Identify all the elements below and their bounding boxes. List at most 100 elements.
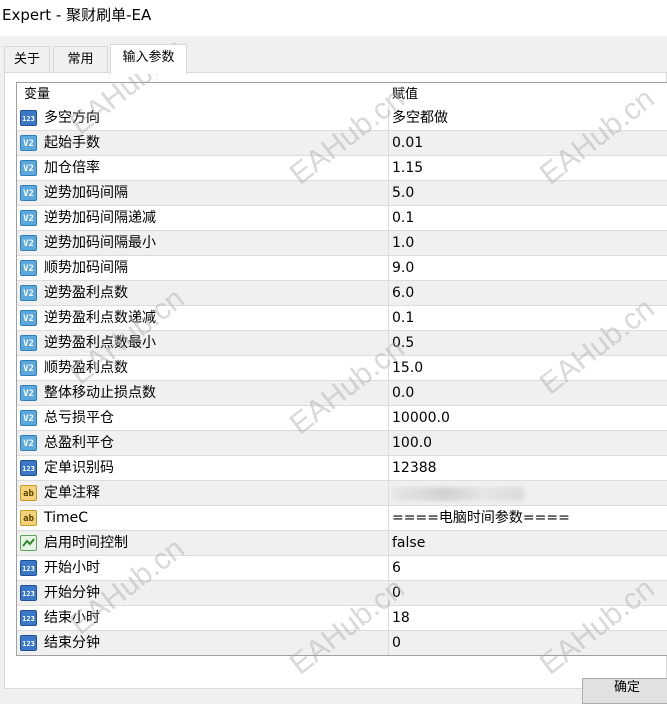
double-icon: V2 — [20, 135, 37, 151]
parameter-row[interactable]: 123 结束小时 18 — [17, 606, 667, 631]
double-icon: V2 — [20, 385, 37, 401]
parameter-value[interactable]: 0.0 — [392, 381, 414, 406]
double-icon: V2 — [20, 335, 37, 351]
parameter-value[interactable]: false — [392, 531, 425, 556]
column-divider — [388, 556, 389, 581]
parameter-value[interactable]: 0.5 — [392, 331, 414, 356]
parameter-row[interactable]: 启用时间控制 false — [17, 531, 667, 556]
parameter-value[interactable]: 0.1 — [392, 306, 414, 331]
double-icon: V2 — [20, 235, 37, 251]
parameter-value[interactable]: 10000.0 — [392, 406, 450, 431]
parameter-row[interactable]: V2 起始手数 0.01 — [17, 131, 667, 156]
parameter-value[interactable]: ====电脑时间参数==== — [392, 506, 570, 531]
tab-about[interactable]: 关于 — [4, 46, 50, 72]
column-divider — [388, 156, 389, 181]
parameter-row[interactable]: V2 逆势盈利点数最小 0.5 — [17, 331, 667, 356]
column-divider — [388, 631, 389, 655]
double-icon: V2 — [20, 410, 37, 426]
parameter-name: 开始小时 — [44, 560, 100, 576]
double-icon: V2 — [20, 210, 37, 226]
parameter-value[interactable]: 6 — [392, 556, 401, 581]
string-icon: ab — [20, 510, 37, 526]
parameter-row[interactable]: V2 逆势加码间隔 5.0 — [17, 181, 667, 206]
parameter-value[interactable]: 15.0 — [392, 356, 423, 381]
column-divider — [388, 381, 389, 406]
column-divider — [388, 356, 389, 381]
parameter-row[interactable]: 123 多空方向 多空都做 — [17, 106, 667, 131]
column-divider — [388, 456, 389, 481]
parameter-row[interactable]: V2 总亏损平仓 10000.0 — [17, 406, 667, 431]
parameter-name: 顺势加码间隔 — [44, 260, 128, 276]
column-header-value[interactable]: 赋值 — [392, 83, 418, 106]
parameter-value[interactable]: 0.01 — [392, 131, 423, 156]
parameter-name: 结束分钟 — [44, 635, 100, 651]
parameter-row[interactable]: V2 加仓倍率 1.15 — [17, 156, 667, 181]
parameter-name: 起始手数 — [44, 135, 100, 151]
parameter-row[interactable]: 123 开始分钟 0 — [17, 581, 667, 606]
ok-button[interactable]: 确定 — [582, 678, 667, 704]
tab-input-parameters[interactable]: 输入参数 — [110, 44, 187, 74]
integer-icon: 123 — [20, 110, 37, 126]
parameter-row[interactable]: V2 顺势加码间隔 9.0 — [17, 256, 667, 281]
parameter-value[interactable]: 100.0 — [392, 431, 432, 456]
tab-bar: 关于 常用 输入参数 — [0, 44, 667, 74]
parameter-name: TimeC — [44, 510, 89, 526]
parameter-value[interactable]: 6.0 — [392, 281, 414, 306]
string-icon: ab — [20, 485, 37, 501]
parameter-name: 总亏损平仓 — [44, 410, 114, 426]
parameter-row[interactable]: V2 逆势盈利点数 6.0 — [17, 281, 667, 306]
double-icon: V2 — [20, 360, 37, 376]
column-divider — [388, 281, 389, 306]
parameter-name: 逆势加码间隔最小 — [44, 235, 156, 251]
column-divider — [388, 206, 389, 231]
parameter-row[interactable]: V2 整体移动止损点数 0.0 — [17, 381, 667, 406]
column-divider — [388, 306, 389, 331]
parameter-row[interactable]: V2 逆势加码间隔最小 1.0 — [17, 231, 667, 256]
parameter-value[interactable]: 0 — [392, 581, 401, 606]
tab-common[interactable]: 常用 — [53, 46, 108, 72]
parameter-value[interactable]: 1.15 — [392, 156, 423, 181]
column-divider — [388, 431, 389, 456]
parameter-name: 逆势盈利点数最小 — [44, 335, 156, 351]
parameter-name: 启用时间控制 — [44, 535, 128, 551]
parameter-name: 开始分钟 — [44, 585, 100, 601]
parameter-value[interactable]: 5.0 — [392, 181, 414, 206]
integer-icon: 123 — [20, 610, 37, 626]
parameter-row[interactable]: V2 逆势加码间隔递减 0.1 — [17, 206, 667, 231]
column-divider — [388, 231, 389, 256]
double-icon: V2 — [20, 285, 37, 301]
parameter-row[interactable]: V2 逆势盈利点数递减 0.1 — [17, 306, 667, 331]
double-icon: V2 — [20, 160, 37, 176]
parameter-row[interactable]: ab 定单注释 — [17, 481, 667, 506]
redacted-value — [392, 487, 524, 501]
parameters-grid: 变量 赋值 123 多空方向 多空都做 V2 起始手数 0.01 V2 加仓倍率 1.15 V2 逆… — [16, 82, 667, 656]
integer-icon: 123 — [20, 460, 37, 476]
parameter-row[interactable]: ab TimeC ====电脑时间参数==== — [17, 506, 667, 531]
parameter-row[interactable]: V2 总盈利平仓 100.0 — [17, 431, 667, 456]
parameter-name: 定单注释 — [44, 485, 100, 501]
column-divider — [388, 331, 389, 356]
parameter-row[interactable]: V2 顺势盈利点数 15.0 — [17, 356, 667, 381]
integer-icon: 123 — [20, 635, 37, 651]
parameter-name: 逆势加码间隔 — [44, 185, 128, 201]
parameter-row[interactable]: 123 结束分钟 0 — [17, 631, 667, 655]
parameter-value[interactable]: 9.0 — [392, 256, 414, 281]
column-divider — [388, 181, 389, 206]
column-header-variable[interactable]: 变量 — [24, 83, 50, 106]
column-divider — [388, 506, 389, 531]
parameter-value[interactable]: 0 — [392, 631, 401, 655]
column-divider — [388, 106, 389, 131]
grid-header: 变量 赋值 — [17, 83, 667, 106]
parameter-value[interactable]: 多空都做 — [392, 106, 448, 131]
parameter-row[interactable]: 123 开始小时 6 — [17, 556, 667, 581]
parameter-row[interactable]: 123 定单识别码 12388 — [17, 456, 667, 481]
parameter-value[interactable]: 1.0 — [392, 231, 414, 256]
parameter-value[interactable]: 12388 — [392, 456, 437, 481]
parameter-name: 多空方向 — [44, 110, 100, 126]
parameter-name: 逆势盈利点数递减 — [44, 310, 156, 326]
parameter-value[interactable]: 0.1 — [392, 206, 414, 231]
column-divider — [388, 131, 389, 156]
parameter-value[interactable] — [392, 481, 524, 506]
parameter-value[interactable]: 18 — [392, 606, 410, 631]
parameter-name: 顺势盈利点数 — [44, 360, 128, 376]
